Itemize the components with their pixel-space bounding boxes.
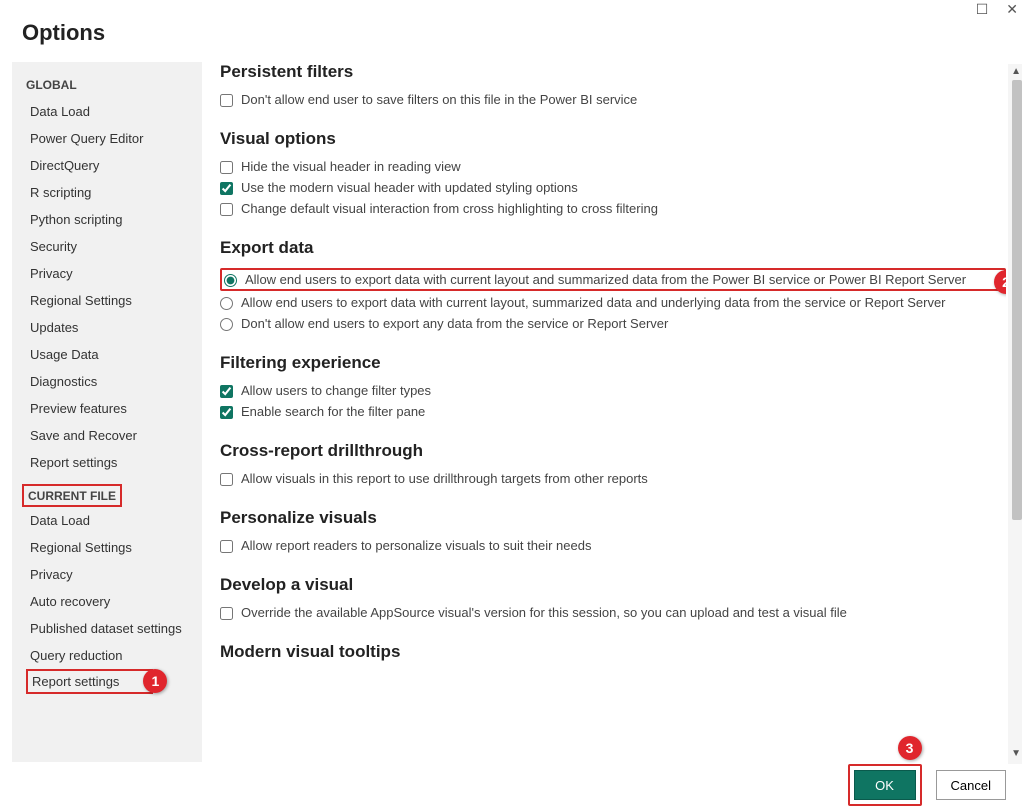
- section-title: Filtering experience: [220, 353, 1006, 373]
- sidebar-item-usage-data[interactable]: Usage Data: [12, 341, 202, 368]
- annotation-marker-3: 3: [898, 736, 922, 760]
- opt-develop-override[interactable]: Override the available AppSource visual'…: [220, 605, 1006, 620]
- scrollbar-thumb[interactable]: [1012, 80, 1022, 520]
- section-title: Modern visual tooltips: [220, 642, 1006, 662]
- section-persistent-filters: Persistent filters Don't allow end user …: [220, 62, 1006, 107]
- dialog-footer: OK 3 Cancel: [848, 764, 1006, 806]
- opt-visual-cross-filter[interactable]: Change default visual interaction from c…: [220, 201, 1006, 216]
- ok-button[interactable]: OK: [854, 770, 916, 800]
- sidebar-item-cf-auto-recovery[interactable]: Auto recovery: [12, 588, 202, 615]
- annotation-marker-2: 2: [994, 270, 1006, 294]
- annotation-marker-1: 1: [143, 669, 167, 693]
- sidebar-item-regional[interactable]: Regional Settings: [12, 287, 202, 314]
- sidebar-item-python-scripting[interactable]: Python scripting: [12, 206, 202, 233]
- sidebar-item-updates[interactable]: Updates: [12, 314, 202, 341]
- radio[interactable]: [220, 297, 233, 310]
- sidebar-item-r-scripting[interactable]: R scripting: [12, 179, 202, 206]
- sidebar-item-directquery[interactable]: DirectQuery: [12, 152, 202, 179]
- opt-filter-change-types[interactable]: Allow users to change filter types: [220, 383, 1006, 398]
- section-title: Personalize visuals: [220, 508, 1006, 528]
- radio[interactable]: [224, 274, 237, 287]
- checkbox[interactable]: [220, 94, 233, 107]
- radio[interactable]: [220, 318, 233, 331]
- opt-export-summarized[interactable]: Allow end users to export data with curr…: [224, 272, 1002, 287]
- sidebar-header-current: CURRENT FILE: [28, 489, 116, 503]
- checkbox[interactable]: [220, 161, 233, 174]
- sidebar-item-cf-privacy[interactable]: Privacy: [12, 561, 202, 588]
- sidebar-item-power-query[interactable]: Power Query Editor: [12, 125, 202, 152]
- section-develop: Develop a visual Override the available …: [220, 575, 1006, 620]
- section-title: Persistent filters: [220, 62, 1006, 82]
- sidebar-item-cf-report-settings[interactable]: Report settings: [32, 674, 119, 689]
- section-modern-tooltips: Modern visual tooltips: [220, 642, 1006, 662]
- section-title: Cross-report drillthrough: [220, 441, 1006, 461]
- sidebar-item-cf-regional[interactable]: Regional Settings: [12, 534, 202, 561]
- sidebar-item-security[interactable]: Security: [12, 233, 202, 260]
- export-option-highlight: Allow end users to export data with curr…: [220, 268, 1006, 291]
- section-filtering: Filtering experience Allow users to chan…: [220, 353, 1006, 419]
- checkbox[interactable]: [220, 406, 233, 419]
- section-title: Develop a visual: [220, 575, 1006, 595]
- sidebar-item-diagnostics[interactable]: Diagnostics: [12, 368, 202, 395]
- checkbox[interactable]: [220, 607, 233, 620]
- sidebar-item-data-load[interactable]: Data Load: [12, 98, 202, 125]
- sidebar-item-report-settings-global[interactable]: Report settings: [12, 449, 202, 476]
- opt-cross-drillthrough[interactable]: Allow visuals in this report to use dril…: [220, 471, 1006, 486]
- checkbox[interactable]: [220, 182, 233, 195]
- sidebar-item-save-recover[interactable]: Save and Recover: [12, 422, 202, 449]
- opt-export-none[interactable]: Don't allow end users to export any data…: [220, 316, 1006, 331]
- checkbox[interactable]: [220, 385, 233, 398]
- checkbox[interactable]: [220, 540, 233, 553]
- maximize-icon[interactable]: ☐: [976, 2, 989, 16]
- opt-persistent-dont-allow[interactable]: Don't allow end user to save filters on …: [220, 92, 1006, 107]
- opt-personalize-visuals[interactable]: Allow report readers to personalize visu…: [220, 538, 1006, 553]
- section-visual-options: Visual options Hide the visual header in…: [220, 129, 1006, 216]
- title-bar: ☐ ✕: [0, 0, 1024, 16]
- close-icon[interactable]: ✕: [1006, 2, 1018, 16]
- sidebar-item-cf-data-load[interactable]: Data Load: [12, 507, 202, 534]
- sidebar-item-preview[interactable]: Preview features: [12, 395, 202, 422]
- checkbox[interactable]: [220, 203, 233, 216]
- sidebar-item-privacy[interactable]: Privacy: [12, 260, 202, 287]
- opt-filter-search[interactable]: Enable search for the filter pane: [220, 404, 1006, 419]
- sidebar-item-cf-published[interactable]: Published dataset settings: [12, 615, 202, 642]
- section-title: Export data: [220, 238, 1006, 258]
- section-export-data: Export data Allow end users to export da…: [220, 238, 1006, 331]
- opt-visual-hide-header[interactable]: Hide the visual header in reading view: [220, 159, 1006, 174]
- section-personalize: Personalize visuals Allow report readers…: [220, 508, 1006, 553]
- scroll-up-icon[interactable]: ▲: [1011, 66, 1021, 77]
- cancel-button[interactable]: Cancel: [936, 770, 1006, 800]
- checkbox[interactable]: [220, 473, 233, 486]
- sidebar: GLOBAL Data Load Power Query Editor Dire…: [12, 62, 202, 762]
- section-cross-report: Cross-report drillthrough Allow visuals …: [220, 441, 1006, 486]
- section-title: Visual options: [220, 129, 1006, 149]
- main-panel: Persistent filters Don't allow end user …: [202, 62, 1024, 810]
- dialog-title: Options: [0, 16, 1024, 62]
- sidebar-item-cf-query-reduction[interactable]: Query reduction: [12, 642, 202, 669]
- scroll-down-icon[interactable]: ▼: [1011, 748, 1021, 759]
- opt-visual-modern-header[interactable]: Use the modern visual header with update…: [220, 180, 1006, 195]
- opt-export-underlying[interactable]: Allow end users to export data with curr…: [220, 295, 1006, 310]
- sidebar-header-global: GLOBAL: [12, 72, 202, 98]
